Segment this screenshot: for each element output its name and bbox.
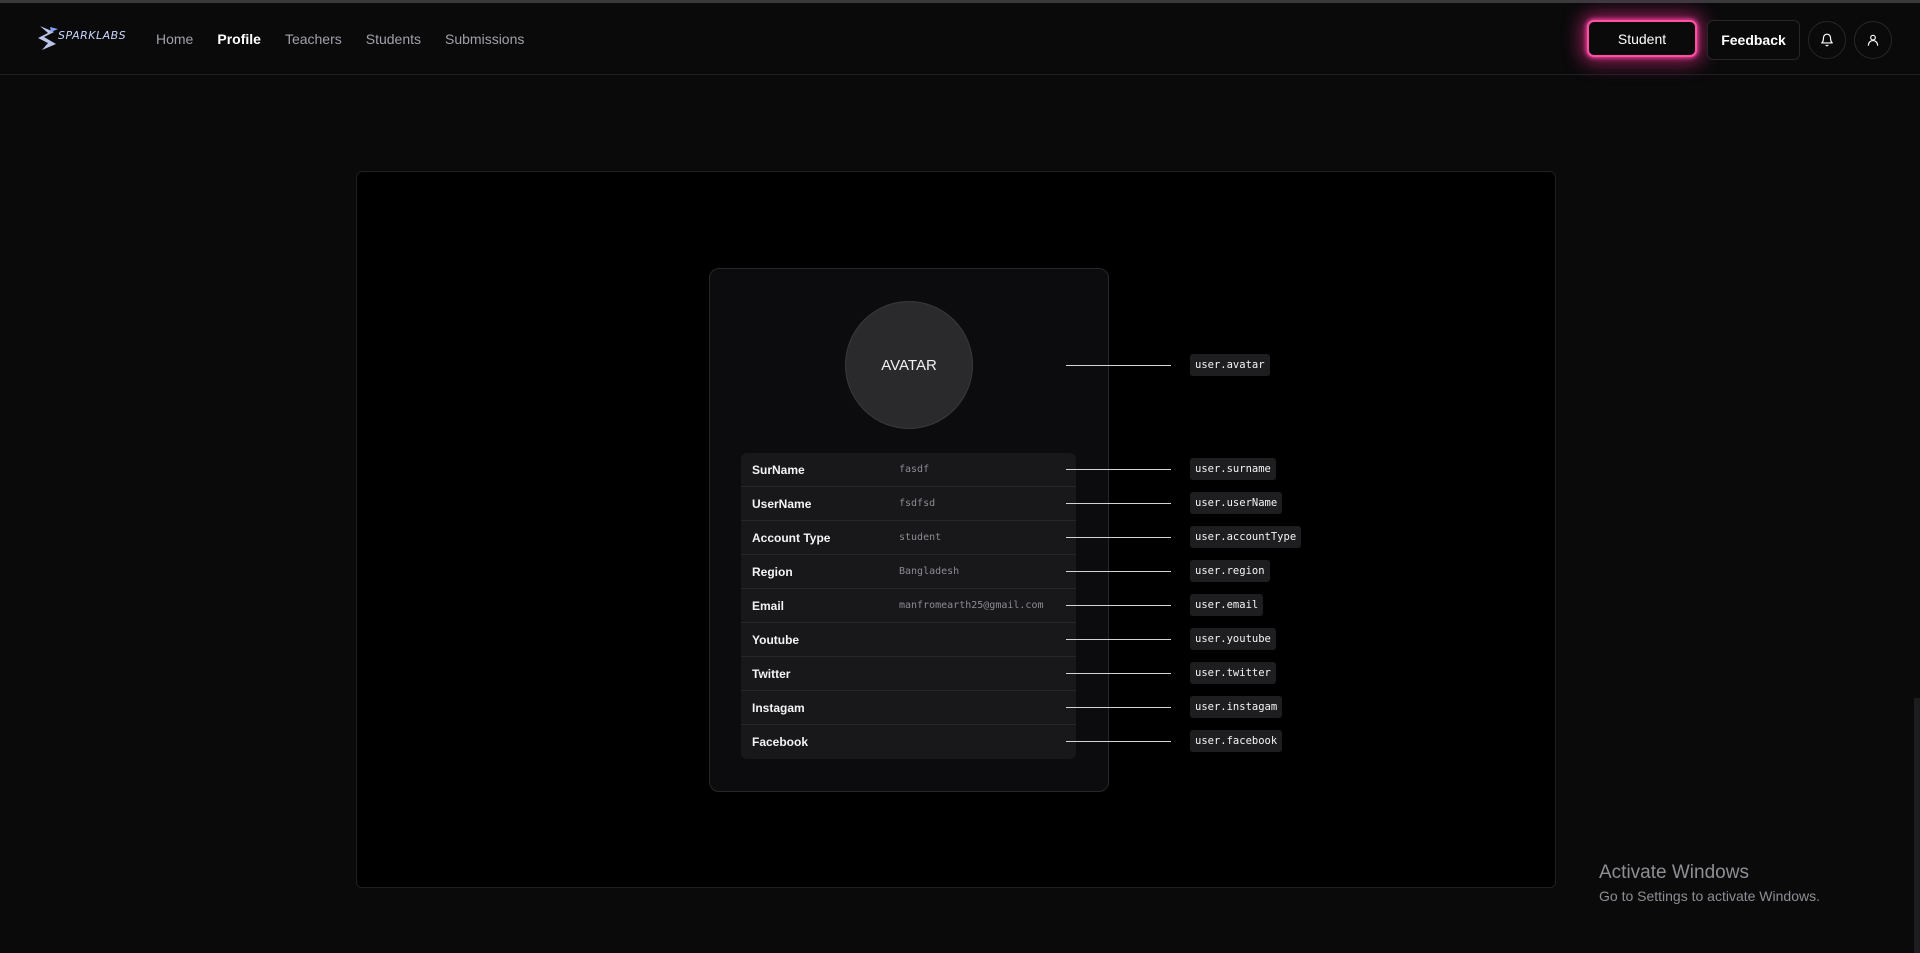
spark-logo-icon <box>38 26 58 50</box>
field-row-facebook: Facebook <box>741 725 1076 759</box>
instagam-connector-line <box>1066 707 1171 708</box>
field-label: UserName <box>752 496 812 511</box>
avatar-connector-line <box>1066 365 1171 366</box>
region-connector-line <box>1066 571 1171 572</box>
logo-text: SPARKLABS <box>58 28 127 42</box>
twitter-connector-line <box>1066 673 1171 674</box>
field-label: Instagam <box>752 700 805 715</box>
facebook-key-tag: user.facebook <box>1190 730 1283 752</box>
field-label: SurName <box>752 462 805 477</box>
surname-key-tag: user.surname <box>1190 458 1276 480</box>
field-value: fasdf <box>899 464 930 475</box>
feedback-button[interactable]: Feedback <box>1707 20 1800 60</box>
surname-connector-line <box>1066 469 1171 470</box>
field-row-account-type: Account Type student <box>741 521 1076 555</box>
field-label: Email <box>752 598 785 613</box>
field-row-email: Email manfromearth25@gmail.com <box>741 589 1076 623</box>
account-type-connector-line <box>1066 537 1171 538</box>
notifications-button[interactable] <box>1808 21 1846 59</box>
field-value: fsdfsd <box>899 498 936 509</box>
account-button[interactable] <box>1854 21 1892 59</box>
youtube-connector-line <box>1066 639 1171 640</box>
email-connector-line <box>1066 605 1171 606</box>
field-label: Account Type <box>752 530 831 545</box>
instagam-key-tag: user.instagam <box>1190 696 1283 718</box>
main-nav: Home Profile Teachers Students Submissio… <box>156 3 524 75</box>
account-type-key-tag: user.accountType <box>1190 526 1302 548</box>
region-key-tag: user.region <box>1190 560 1270 582</box>
profile-fields-table: SurName fasdf UserName fsdfsd Account Ty… <box>741 453 1076 759</box>
field-row-username: UserName fsdfsd <box>741 487 1076 521</box>
field-value: student <box>899 532 942 543</box>
facebook-connector-line <box>1066 741 1171 742</box>
field-value: Bangladesh <box>899 566 960 577</box>
sparklabs-logo[interactable]: SPARKLABS <box>36 23 126 53</box>
watermark-title: Activate Windows <box>1599 862 1749 883</box>
username-key-tag: user.userName <box>1190 492 1283 514</box>
nav-students[interactable]: Students <box>366 31 421 47</box>
nav-teachers[interactable]: Teachers <box>285 31 342 47</box>
top-navbar: SPARKLABS Home Profile Teachers Students… <box>0 3 1920 75</box>
avatar: AVATAR <box>845 301 973 429</box>
user-icon <box>1867 34 1879 46</box>
field-value: manfromearth25@gmail.com <box>899 600 1044 611</box>
field-row-instagam: Instagam <box>741 691 1076 725</box>
bell-icon <box>1821 33 1833 47</box>
field-row-surname: SurName fasdf <box>741 453 1076 487</box>
nav-home[interactable]: Home <box>156 31 193 47</box>
field-label: Region <box>752 564 793 579</box>
field-row-twitter: Twitter <box>741 657 1076 691</box>
avatar-key-tag: user.avatar <box>1190 354 1270 376</box>
scrollbar-thumb[interactable] <box>1914 698 1920 953</box>
nav-profile[interactable]: Profile <box>217 31 261 47</box>
nav-submissions[interactable]: Submissions <box>445 31 524 47</box>
field-row-youtube: Youtube <box>741 623 1076 657</box>
field-label: Facebook <box>752 735 809 749</box>
youtube-key-tag: user.youtube <box>1190 628 1276 650</box>
windows-activation-watermark: Activate Windows Go to Settings to activ… <box>1599 862 1820 904</box>
field-row-region: Region Bangladesh <box>741 555 1076 589</box>
email-key-tag: user.email <box>1190 594 1264 616</box>
field-label: Youtube <box>752 632 800 647</box>
twitter-key-tag: user.twitter <box>1190 662 1276 684</box>
student-role-button[interactable]: Student <box>1587 20 1697 57</box>
field-label: Twitter <box>752 666 791 681</box>
username-connector-line <box>1066 503 1171 504</box>
watermark-subtitle: Go to Settings to activate Windows. <box>1599 888 1820 904</box>
